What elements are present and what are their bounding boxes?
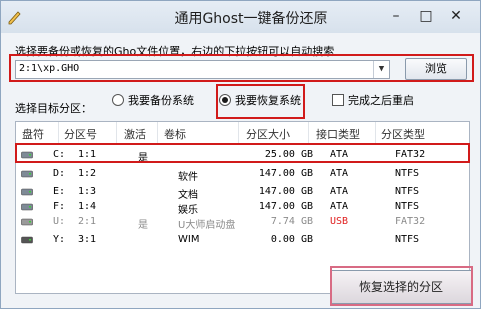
cell-part: 3:1 xyxy=(78,234,97,245)
cell-active: 是 xyxy=(138,220,148,231)
table-row[interactable]: D: 1:2 软件 147.00 GB ATA NTFS xyxy=(15,166,468,183)
radio-backup-label: 我要备份系统 xyxy=(128,94,194,107)
cell-part: 1:2 xyxy=(78,168,97,179)
cell-size: 147.00 GB xyxy=(258,168,313,179)
table-row[interactable]: U: 2:1 是 U大师启动盘 7.74 GB USB FAT32 xyxy=(15,214,468,231)
restart-checkbox[interactable]: 完成之后重启 xyxy=(332,92,414,108)
header-partition[interactable]: 分区号 xyxy=(64,126,97,142)
header-drive[interactable]: 盘符 xyxy=(22,126,44,142)
cell-part: 1:3 xyxy=(78,186,97,197)
table-header: 盘符 分区号 激活 卷标 分区大小 接口类型 分区类型 xyxy=(16,122,469,145)
cell-size: 7.74 GB xyxy=(270,216,313,227)
restart-checkbox-label: 完成之后重启 xyxy=(348,94,414,107)
cell-size: 0.00 GB xyxy=(270,234,313,245)
cell-part: 2:1 xyxy=(78,216,97,227)
cell-size: 147.00 GB xyxy=(258,201,313,212)
radio-backup-dot[interactable] xyxy=(112,94,124,106)
cell-fs: NTFS xyxy=(395,234,420,245)
usb-drive-icon xyxy=(21,218,33,226)
cell-label: 软件 xyxy=(178,172,198,183)
cell-iface: USB xyxy=(330,216,349,227)
cell-drive: D: xyxy=(53,168,66,179)
cell-fs: FAT32 xyxy=(395,216,426,227)
hard-drive-icon xyxy=(21,203,33,211)
cell-part: 1:4 xyxy=(78,201,97,212)
table-row[interactable]: Y: 3:1 WIM 0.00 GB NTFS xyxy=(15,232,468,248)
header-interface[interactable]: 接口类型 xyxy=(316,126,360,142)
cell-iface: ATA xyxy=(330,201,349,212)
header-size[interactable]: 分区大小 xyxy=(246,126,290,142)
header-fstype[interactable]: 分区类型 xyxy=(381,126,425,142)
table-row[interactable]: F: 1:4 娱乐 147.00 GB ATA NTFS xyxy=(15,199,468,216)
minimize-button[interactable]: – xyxy=(385,7,407,25)
maximize-button[interactable]: □ xyxy=(415,7,437,25)
restart-checkbox-box[interactable] xyxy=(332,94,344,106)
header-label[interactable]: 卷标 xyxy=(164,126,186,142)
radio-backup[interactable]: 我要备份系统 xyxy=(112,92,194,108)
cell-fs: NTFS xyxy=(395,186,420,197)
cell-drive: E: xyxy=(53,186,66,197)
hard-drive-icon xyxy=(21,188,33,196)
window-title: 通用Ghost一键备份还原 xyxy=(174,11,328,27)
highlight-button-box xyxy=(330,266,473,306)
app-pencil-icon xyxy=(8,11,21,25)
header-active[interactable]: 激活 xyxy=(124,126,146,142)
hard-drive-icon xyxy=(21,170,33,178)
highlight-row-box xyxy=(15,143,470,163)
cell-fs: NTFS xyxy=(395,201,420,212)
table-row[interactable]: E: 1:3 文档 147.00 GB ATA NTFS xyxy=(15,184,468,201)
cell-label: U大师启动盘 xyxy=(178,220,236,231)
cell-size: 147.00 GB xyxy=(258,186,313,197)
cell-label: WIM xyxy=(178,234,200,245)
virtual-drive-icon xyxy=(21,236,33,244)
partition-label: 选择目标分区： xyxy=(15,102,92,115)
cell-drive: Y: xyxy=(53,234,66,245)
cell-drive: U: xyxy=(53,216,66,227)
highlight-restore-box xyxy=(216,84,305,119)
cell-iface: ATA xyxy=(330,168,349,179)
cell-drive: F: xyxy=(53,201,66,212)
title-bar: 通用Ghost一键备份还原 – □ ✕ xyxy=(1,1,480,33)
close-button[interactable]: ✕ xyxy=(445,7,467,25)
browse-button[interactable]: 浏览 xyxy=(405,58,467,80)
cell-fs: NTFS xyxy=(395,168,420,179)
cell-iface: ATA xyxy=(330,186,349,197)
